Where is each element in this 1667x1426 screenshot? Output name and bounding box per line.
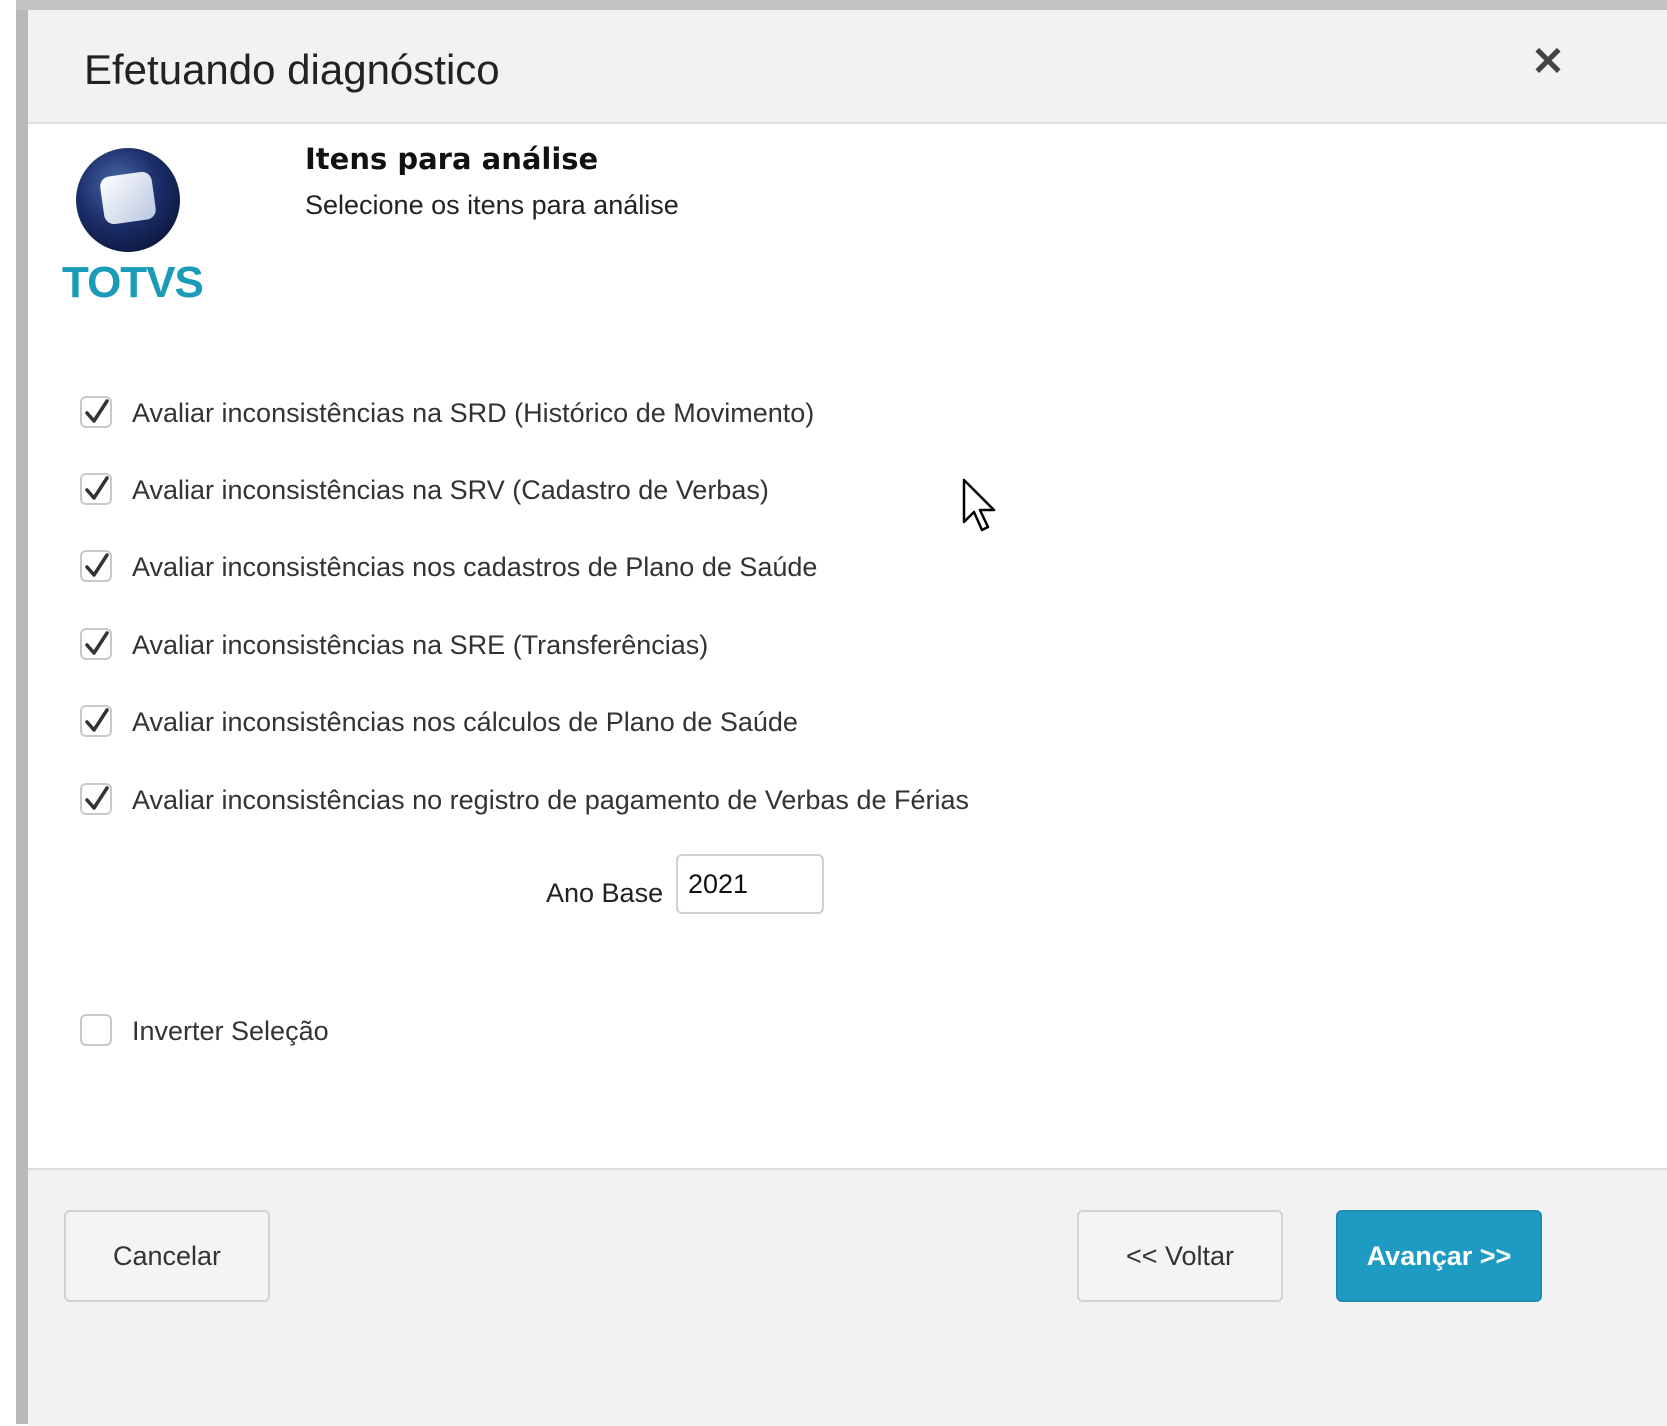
cancel-button-label: Cancelar — [112, 1241, 222, 1271]
totvs-logo-text: TOTVS — [62, 258, 204, 307]
mouse-cursor-icon — [962, 478, 996, 532]
analysis-option-checkbox[interactable] — [80, 705, 112, 737]
invert-selection-checkbox[interactable] — [80, 1014, 112, 1046]
window-frame-top — [0, 0, 1667, 10]
back-button-label: << Voltar — [1125, 1241, 1235, 1271]
back-button[interactable]: << Voltar — [1077, 1210, 1283, 1302]
analysis-option-checkbox[interactable] — [80, 473, 112, 505]
analysis-option-label: Avaliar inconsistências na SRV (Cadastro… — [132, 475, 769, 505]
diagnostic-dialog: Efetuando diagnóstico ✕ TOTVS Itens para… — [28, 10, 1667, 1426]
checkmark-icon — [85, 553, 109, 577]
analysis-option-checkbox[interactable] — [80, 396, 112, 428]
window-frame-left — [0, 0, 16, 1424]
dialog-footer: Cancelar << Voltar Avançar >> — [28, 1168, 1667, 1426]
checkmark-icon — [85, 631, 109, 655]
close-icon[interactable]: ✕ — [1528, 42, 1568, 82]
analysis-option-label: Avaliar inconsistências na SRD (Históric… — [132, 398, 815, 428]
checkmark-icon — [85, 476, 109, 500]
analysis-option-checkbox[interactable] — [80, 783, 112, 815]
cancel-button[interactable]: Cancelar — [64, 1210, 270, 1302]
analysis-option-checkbox[interactable] — [80, 628, 112, 660]
dialog-title: Efetuando diagnóstico — [84, 46, 500, 93]
year-input[interactable] — [676, 854, 824, 914]
analysis-option-label: Avaliar inconsistências nos cálculos de … — [132, 707, 798, 737]
checkmark-icon — [85, 786, 109, 810]
next-button-label: Avançar >> — [1366, 1241, 1512, 1271]
year-label: Ano Base — [546, 878, 664, 908]
analysis-option-label: Avaliar inconsistências na SRE (Transfer… — [132, 630, 709, 660]
dialog-header: Efetuando diagnóstico ✕ — [28, 10, 1667, 124]
analysis-option-label: Avaliar inconsistências no registro de p… — [132, 785, 969, 815]
step-subtitle: Selecione os itens para análise — [305, 190, 679, 220]
window-frame-border — [16, 10, 28, 1424]
checkmark-icon — [85, 399, 109, 423]
next-button[interactable]: Avançar >> — [1336, 1210, 1542, 1302]
checkmark-icon — [85, 708, 109, 732]
analysis-option-checkbox[interactable] — [80, 550, 112, 582]
analysis-option-label: Avaliar inconsistências nos cadastros de… — [132, 552, 818, 582]
invert-selection-label: Inverter Seleção — [132, 1016, 329, 1046]
step-title: Itens para análise — [305, 142, 599, 176]
